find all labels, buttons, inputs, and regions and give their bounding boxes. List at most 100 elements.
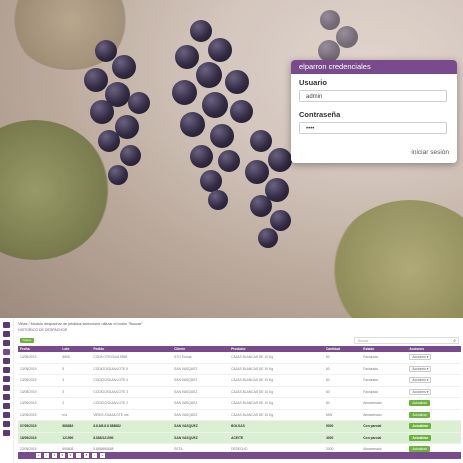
table-cell: 888882	[60, 420, 92, 433]
page-button[interactable]: «	[36, 453, 41, 458]
table-cell: CAJAS BLANCAS DE 10 Kg	[229, 386, 324, 398]
home-icon[interactable]	[3, 322, 10, 328]
row-action-button[interactable]: Actualizar	[409, 434, 432, 441]
table-cell: Actualizar	[407, 397, 461, 410]
table-cell: 13/05/2019	[18, 386, 61, 398]
table-cell: 4000	[323, 432, 362, 444]
table-row[interactable]: 13/05/2019 2 CODIGO/GUIA/LOTE 2 SAN VASQUEZ…	[18, 397, 461, 410]
search-icon: ⌕	[453, 338, 456, 344]
table-cell: SAN VASQUEZ	[172, 386, 230, 398]
table-cell: Acciones ▾	[407, 352, 461, 364]
table-cell: Facturado	[361, 352, 408, 364]
new-button[interactable]: Nuevo	[20, 338, 34, 343]
search-placeholder: Buscar...	[358, 339, 372, 343]
tag-icon[interactable]	[3, 385, 10, 391]
truck-icon[interactable]	[3, 349, 10, 355]
row-action-button[interactable]: Acciones ▾	[409, 377, 432, 384]
page-subtitle: HISTORICO DE DESPACHOS	[18, 328, 68, 332]
table-cell: SAN VASQUEZ	[172, 432, 230, 444]
page-button[interactable]: ›	[92, 453, 97, 458]
table-cell: 2	[60, 397, 92, 410]
chart-icon[interactable]	[3, 340, 10, 346]
table-cell: SAN VASQUEZ	[172, 397, 230, 410]
table-cell: ACEITE	[229, 432, 324, 444]
breadcrumb: Viñas / Modulo despachar de pedidos sele…	[18, 322, 143, 326]
page-button[interactable]: »	[100, 453, 105, 458]
grid-icon[interactable]	[3, 358, 10, 364]
table-row[interactable]: 13/05/2019 3 CODIGO/GUIA/LOTE 3 SAN VASQUEZ…	[18, 386, 461, 398]
row-action-button[interactable]: Actualizar	[409, 423, 432, 430]
table-cell: BOLSAS	[229, 420, 324, 433]
table-cell: SAN VASQUEZ	[172, 409, 230, 421]
table-cell: Actualizar	[407, 432, 461, 444]
row-action-button[interactable]: Actualizar	[409, 400, 430, 407]
table-cell: Actualizar	[407, 420, 461, 433]
page-button[interactable]: ...	[76, 453, 81, 458]
password-input[interactable]: ••••	[299, 122, 447, 134]
row-action-button[interactable]: Acciones ▾	[409, 388, 432, 395]
table-cell: CODIGO/GUIA/LOTE 3	[91, 386, 173, 398]
box-icon[interactable]	[3, 367, 10, 373]
row-action-button[interactable]: Actualizar	[409, 411, 430, 418]
table-row[interactable]: 13/05/2019 5 CODIGO/GUIA/LOTE 5 SAN VASQUEZ…	[18, 363, 461, 375]
table-cell: COD/LOTE/GUIA 5555	[91, 352, 173, 364]
row-action-button[interactable]: Acciones ▾	[409, 354, 432, 361]
table-row[interactable]: 18/05/2019 121590 8.888/121590 SAN VASQUEZ A…	[18, 432, 461, 444]
table-cell: 07/05/2019	[18, 420, 61, 433]
table-cell: 18/05/2019	[18, 432, 61, 444]
page-button[interactable]: 1	[52, 453, 57, 458]
table-row[interactable]: 13/05/2019 5555 COD/LOTE/GUIA 5555 STO Toma…	[18, 352, 461, 364]
document-icon[interactable]	[3, 331, 10, 337]
table-cell: Facturado	[361, 386, 408, 398]
table-row[interactable]: 13/05/2019 4 CODIGO/GUIA/LOTE 4 SAN VASQUEZ…	[18, 374, 461, 387]
users-icon[interactable]	[3, 412, 10, 418]
table-cell: Almacenado	[361, 409, 408, 421]
table-cell: 13/05/2019	[18, 374, 61, 387]
table-cell: CAJAS BLANCAS DE 10 Kg	[229, 397, 324, 410]
table-cell: 5	[60, 363, 92, 375]
table-cell: 5000	[323, 420, 362, 433]
dispatch-table: Fecha Lote Pedido Cliente Producto Canti…	[18, 346, 461, 456]
settings-icon[interactable]	[3, 421, 10, 427]
page-button[interactable]: 3	[68, 453, 73, 458]
page-button[interactable]: 8	[84, 453, 89, 458]
table-cell: 13/05/2019	[18, 409, 61, 421]
table-cell: Con parcial	[361, 420, 408, 433]
table-cell: Facturado	[361, 374, 408, 387]
table-cell: CAJAS BLANCAS DE 10 Kg	[229, 363, 324, 375]
table-cell: CODIGO/GUIA/LOTE 2	[91, 397, 173, 410]
table-cell: Acciones ▾	[407, 374, 461, 387]
info-icon[interactable]	[3, 394, 10, 400]
table-row[interactable]: 07/05/2019 888882 8.8.8/8.8.8 888882 SAN VA…	[18, 420, 461, 433]
table-cell: Almacenado	[361, 397, 408, 410]
table-cell: 3	[60, 386, 92, 398]
page-button[interactable]: 2	[60, 453, 65, 458]
table-cell: Con parcial	[361, 432, 408, 444]
login-button[interactable]: iniciar sesión	[411, 149, 449, 156]
table-cell: 13/05/2019	[18, 397, 61, 410]
row-action-button[interactable]: Acciones ▾	[409, 365, 432, 372]
user-icon[interactable]	[3, 430, 10, 436]
table-cell: n/a	[60, 409, 92, 421]
list-icon[interactable]	[3, 376, 10, 382]
sidebar	[0, 318, 14, 463]
table-cell: CAJAS BLANCAS DE 10 Kg	[229, 352, 324, 364]
table-cell: 5555	[60, 352, 92, 364]
pagination: «‹ 1 2 3... 8 ›»	[18, 452, 461, 459]
table-cell: 121590	[60, 432, 92, 444]
table-cell: Actualizar	[407, 409, 461, 421]
username-label: Usuario	[299, 78, 327, 87]
table-row[interactable]: 13/05/2019 n/a VIÑOS /GUIA/LOTE n/a SAN VAS…	[18, 409, 461, 421]
table-cell: Acciones ▾	[407, 386, 461, 398]
search-input[interactable]: Buscar... ⌕	[354, 337, 459, 344]
table-cell: VIÑOS /GUIA/LOTE n/a	[91, 409, 173, 421]
table-cell: 60	[323, 352, 362, 364]
page-button[interactable]: ‹	[44, 453, 49, 458]
login-dialog: elparron credenciales Usuario admin Cont…	[291, 60, 457, 163]
table-cell: 8.8.8/8.8.8 888882	[91, 420, 173, 433]
username-input[interactable]: admin	[299, 90, 447, 102]
table-cell: 13/05/2019	[18, 363, 61, 375]
table-cell: 60	[323, 374, 362, 387]
table-cell: 4	[60, 374, 92, 387]
wrench-icon[interactable]	[3, 403, 10, 409]
